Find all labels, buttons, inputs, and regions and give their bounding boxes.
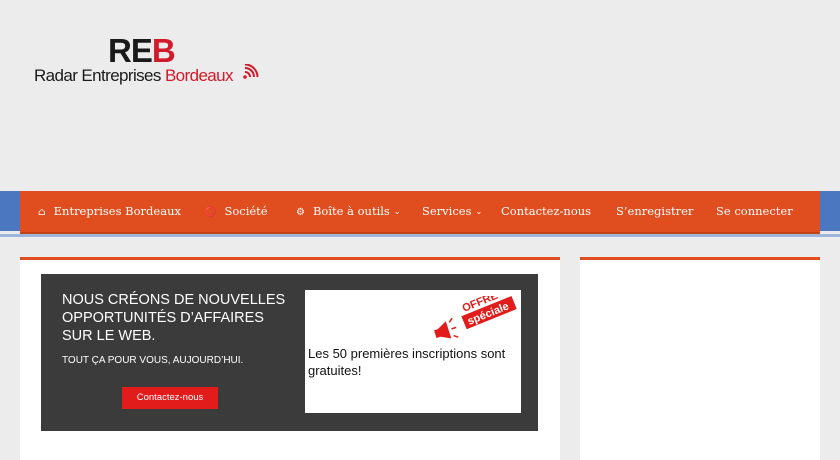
chevron-down-icon: ⌄ [393,207,401,216]
logo-mark: REB [108,32,176,69]
banner-subtitle: TOUT ÇA POUR VOUS, AUJOURD’HUI. [62,355,244,366]
nav-item-boite-a-outils[interactable]: ⚙ Boîte à outils ⌄ [296,191,401,232]
nav-edge-right [820,191,840,231]
special-offer-badge: OFFRE spéciale [434,296,517,339]
home-icon: ⌂ [38,207,46,218]
nav-item-societe[interactable]: ⭕ Société [204,191,268,232]
logo-site-name: Radar Entreprises Bordeaux [34,66,234,85]
nav-item-contactez-nous[interactable]: Contactez-nous [501,191,591,232]
nav-item-senregistrer[interactable]: S’enregistrer [616,191,693,232]
rss-icon: ⭕ [204,207,217,218]
offer-text: Les 50 premières inscriptions sont gratu… [308,346,506,378]
banner-title: NOUS CRÉONS DE NOUVELLES OPPORTUNITÉS D’… [62,292,286,344]
promo-banner[interactable]: NOUS CRÉONS DE NOUVELLES OPPORTUNITÉS D’… [41,274,538,431]
sidebar-widget [580,257,820,460]
nav-item-services[interactable]: Services ⌄ [422,191,482,232]
nav-underline [0,234,840,237]
main-navigation: ⌂ Entreprises Bordeaux ⭕ Société ⚙ Boîte à … [0,191,840,235]
signal-icon [243,64,259,79]
nav-bar: ⌂ Entreprises Bordeaux ⭕ Société ⚙ Boîte à … [20,191,820,235]
site-logo[interactable]: REB Radar Entreprises Bordeaux [34,34,274,86]
chevron-down-icon: ⌄ [475,207,483,216]
nav-item-se-connecter[interactable]: Se connecter [716,191,793,232]
nav-edge-left [0,191,20,231]
main-content-card: NOUS CRÉONS DE NOUVELLES OPPORTUNITÉS D’… [20,257,560,460]
special-offer-box: OFFRE spéciale Les 50 premières inscript… [305,290,521,413]
gear-icon: ⚙ [296,207,305,218]
nav-item-entreprises-bordeaux[interactable]: ⌂ Entreprises Bordeaux [38,191,181,232]
contact-button[interactable]: Contactez-nous [122,387,218,409]
